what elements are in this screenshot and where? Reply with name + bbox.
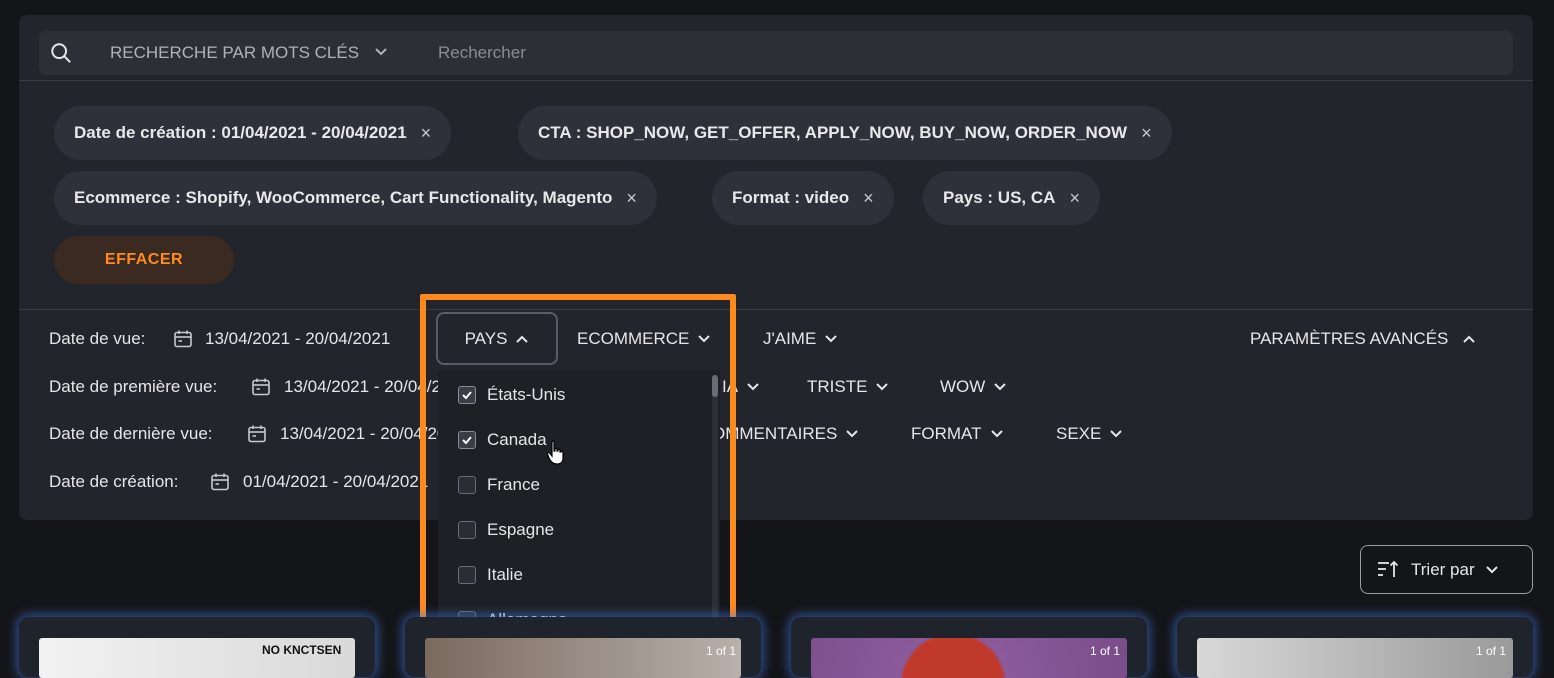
checkbox[interactable] bbox=[458, 566, 476, 584]
chevron-down-icon bbox=[994, 383, 1007, 391]
dropdown-scrollbar[interactable] bbox=[712, 375, 718, 633]
search-mode-label[interactable]: RECHERCHE PAR MOTS CLÉS bbox=[110, 43, 359, 63]
chevron-up-icon bbox=[1463, 335, 1476, 343]
close-icon[interactable]: × bbox=[421, 123, 432, 144]
ad-thumbnail[interactable] bbox=[811, 638, 1127, 678]
checkbox[interactable] bbox=[458, 476, 476, 494]
thumbnail-badge: 1 of 1 bbox=[1090, 644, 1121, 658]
close-icon[interactable]: × bbox=[863, 188, 874, 209]
chevron-down-icon bbox=[1485, 565, 1498, 573]
sexe-filter[interactable]: SEXE bbox=[1056, 424, 1123, 444]
sort-icon bbox=[1378, 560, 1399, 577]
filter-label: SEXE bbox=[1056, 424, 1102, 443]
calendar-icon[interactable] bbox=[173, 329, 193, 349]
filter-label: WOW bbox=[940, 377, 986, 396]
filter-panel bbox=[19, 15, 1533, 520]
checkbox-checked[interactable] bbox=[458, 431, 476, 449]
advanced-settings-toggle[interactable]: PARAMÈTRES AVANCÉS bbox=[1250, 329, 1476, 349]
country-dropdown: États-Unis Canada France Espagne Italie … bbox=[438, 370, 720, 638]
country-option[interactable]: France bbox=[458, 475, 540, 495]
chip-label: Date de création : 01/04/2021 - 20/04/20… bbox=[74, 123, 407, 142]
active-filter-chip: Date de création : 01/04/2021 - 20/04/20… bbox=[54, 106, 452, 160]
ad-thumbnail[interactable] bbox=[1197, 638, 1513, 678]
chevron-down-icon bbox=[747, 383, 759, 391]
dropdown-scroll-thumb[interactable] bbox=[712, 375, 718, 397]
checkbox-checked[interactable] bbox=[458, 386, 476, 404]
filter-label: IA bbox=[722, 377, 739, 396]
chip-label: Pays : US, CA bbox=[943, 188, 1056, 207]
date-filter-label: Date de première vue: bbox=[49, 377, 218, 396]
search-icon[interactable] bbox=[50, 42, 72, 64]
chevron-down-icon bbox=[698, 335, 711, 343]
divider bbox=[19, 80, 1533, 81]
thumbnail-badge: 1 of 1 bbox=[1476, 644, 1507, 658]
hand-cursor-icon bbox=[546, 440, 564, 465]
clear-filters-button[interactable]: EFFACER bbox=[54, 236, 234, 284]
country-label: Canada bbox=[487, 430, 547, 449]
active-filter-chip: Format : video × bbox=[712, 171, 894, 225]
search-input[interactable] bbox=[438, 43, 1338, 63]
commentaires-filter[interactable]: OMMENTAIRES bbox=[712, 424, 859, 444]
ecommerce-filter[interactable]: ECOMMERCE bbox=[577, 329, 711, 349]
thumbnail-badge: NO KNCTSEN bbox=[262, 643, 342, 657]
chevron-down-icon bbox=[876, 383, 889, 391]
country-label: Italie bbox=[487, 565, 523, 584]
active-filter-chip: Ecommerce : Shopify, WooCommerce, Cart F… bbox=[54, 171, 657, 225]
filter-label: PAYS bbox=[464, 328, 508, 348]
country-option[interactable]: Canada bbox=[458, 430, 547, 450]
country-label: France bbox=[487, 475, 540, 494]
close-icon[interactable]: × bbox=[1069, 188, 1080, 209]
thumbnail-badge: 1 of 1 bbox=[706, 644, 737, 658]
country-option[interactable]: Espagne bbox=[458, 520, 554, 540]
divider bbox=[19, 309, 1533, 310]
active-filter-chip: CTA : SHOP_NOW, GET_OFFER, APPLY_NOW, BU… bbox=[518, 106, 1172, 160]
filter-label: FORMAT bbox=[911, 424, 982, 443]
filter-label: J'AIME bbox=[763, 329, 817, 348]
country-option[interactable]: États-Unis bbox=[458, 385, 565, 405]
haha-filter[interactable]: IA bbox=[722, 377, 760, 397]
jaime-filter[interactable]: J'AIME bbox=[763, 329, 838, 349]
chevron-down-icon[interactable] bbox=[374, 45, 388, 59]
active-filter-chip: Pays : US, CA × bbox=[923, 171, 1100, 225]
chevron-up-icon bbox=[516, 335, 529, 343]
date-filter-value[interactable]: 01/04/2021 - 20/04/2021 bbox=[243, 472, 428, 492]
country-label: Espagne bbox=[487, 520, 555, 539]
sort-button[interactable]: Trier par bbox=[1360, 545, 1533, 594]
wow-filter[interactable]: WOW bbox=[940, 377, 1007, 397]
chevron-down-icon bbox=[990, 430, 1003, 438]
filter-label: TRISTE bbox=[807, 377, 868, 396]
triste-filter[interactable]: TRISTE bbox=[807, 377, 889, 397]
calendar-icon[interactable] bbox=[210, 472, 230, 492]
filter-label: OMMENTAIRES bbox=[712, 424, 838, 443]
filter-label: ECOMMERCE bbox=[577, 329, 690, 348]
pays-filter-button[interactable]: PAYS bbox=[436, 312, 558, 365]
close-icon[interactable]: × bbox=[626, 188, 637, 209]
chip-label: Format : video bbox=[732, 188, 850, 207]
filter-label: PARAMÈTRES AVANCÉS bbox=[1250, 329, 1449, 348]
date-filter-label: Date de vue: bbox=[49, 329, 146, 348]
chevron-down-icon bbox=[1110, 430, 1123, 438]
date-filter-value[interactable]: 13/04/2021 - 20/04/2021 bbox=[205, 329, 390, 349]
country-option[interactable]: Italie bbox=[458, 565, 523, 585]
format-filter[interactable]: FORMAT bbox=[911, 424, 1004, 444]
checkbox[interactable] bbox=[458, 521, 476, 539]
calendar-icon[interactable] bbox=[247, 424, 267, 444]
calendar-icon[interactable] bbox=[251, 377, 271, 397]
ad-thumbnail[interactable] bbox=[425, 638, 741, 678]
date-filter-label: Date de création: bbox=[49, 472, 179, 491]
chevron-down-icon bbox=[825, 335, 838, 343]
chip-label: CTA : SHOP_NOW, GET_OFFER, APPLY_NOW, BU… bbox=[538, 123, 1128, 142]
close-icon[interactable]: × bbox=[1141, 123, 1152, 144]
sort-label: Trier par bbox=[1411, 559, 1475, 579]
date-filter-label: Date de dernière vue: bbox=[49, 424, 213, 443]
country-label: États-Unis bbox=[487, 385, 566, 404]
chevron-down-icon bbox=[846, 430, 859, 438]
chip-label: Ecommerce : Shopify, WooCommerce, Cart F… bbox=[74, 188, 613, 207]
